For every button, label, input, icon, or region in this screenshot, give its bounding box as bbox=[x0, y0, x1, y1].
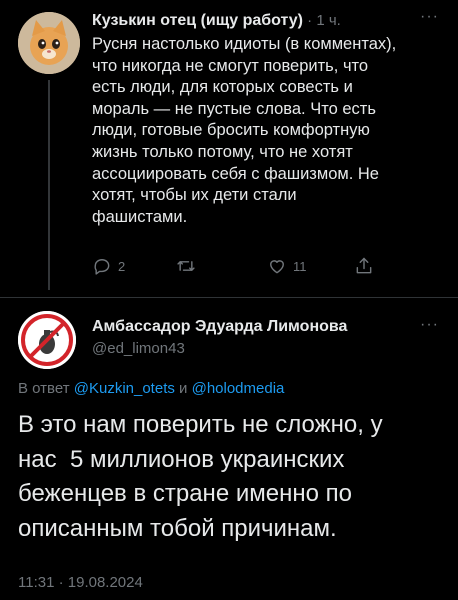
grenade-avatar-image bbox=[18, 311, 76, 369]
reply-button[interactable]: 2 bbox=[92, 256, 125, 276]
reply-conjunction: и bbox=[174, 380, 192, 397]
tweet-header: Кузькин отец (ищу работу) · 1 ч. bbox=[92, 12, 442, 32]
tweet-actions: 2 11 bbox=[92, 256, 412, 280]
reply-timestamp[interactable]: 11:31 · 19.08.2024 bbox=[18, 574, 143, 591]
share-button[interactable] bbox=[354, 256, 374, 276]
reply-prefix: В ответ bbox=[18, 380, 74, 397]
tweet-time[interactable]: 1 ч. bbox=[316, 12, 341, 29]
tweet-line: фашистами. bbox=[92, 207, 188, 226]
parent-tweet[interactable]: Кузькин отец (ищу работу) · 1 ч. ··· Рус… bbox=[0, 0, 458, 298]
author-name[interactable]: Кузькин отец (ищу работу) bbox=[92, 12, 303, 29]
reply-author-handle[interactable]: @ed_limon43 bbox=[92, 340, 185, 357]
tweet-line: хотят, чтобы их дети стали bbox=[92, 186, 297, 205]
retweet-icon bbox=[177, 261, 195, 271]
reply-line: В это нам поверить не сложно, у bbox=[18, 411, 383, 438]
cat-avatar-image bbox=[18, 12, 80, 74]
reply-text: В это нам поверить не сложно, у нас 5 ми… bbox=[18, 408, 438, 546]
tweet-line: жизнь только потому, что не хотят bbox=[92, 142, 353, 161]
tweet-line: ассоциировать себя с фашизмом. Не bbox=[92, 164, 379, 183]
reply-author-name[interactable]: Амбассадор Эдуарда Лимонова bbox=[92, 318, 347, 336]
heart-icon bbox=[270, 260, 284, 274]
reply-line: беженцев в стране именно по bbox=[18, 480, 352, 507]
share-icon bbox=[356, 257, 372, 274]
divider bbox=[0, 297, 458, 298]
more-options-icon[interactable]: ··· bbox=[420, 316, 439, 334]
tweet-line: люди, готовые бросить комфортную bbox=[92, 121, 370, 140]
tweet-line: мораль — не пустые слова. Что есть bbox=[92, 99, 376, 118]
tweet-line: что никогда не смогут поверить, что bbox=[92, 56, 369, 75]
retweet-button[interactable] bbox=[176, 256, 202, 276]
tweet-line: Русня настолько идиоты (в комментах), bbox=[92, 35, 397, 53]
like-button[interactable]: 11 bbox=[267, 256, 307, 276]
mention-link[interactable]: @Kuzkin_otets bbox=[74, 380, 175, 397]
avatar[interactable] bbox=[18, 12, 80, 74]
avatar[interactable] bbox=[18, 311, 76, 369]
reply-line: описанным тобой причинам. bbox=[18, 514, 337, 542]
tweet-line: есть люди, для которых совесть и bbox=[92, 78, 353, 97]
separator: · bbox=[302, 12, 317, 29]
replying-to: В ответ @Kuzkin_otets и @holodmedia bbox=[18, 380, 284, 397]
reply-icon bbox=[94, 259, 110, 275]
tweet-text: Русня настолько идиоты (в комментах), чт… bbox=[92, 34, 447, 228]
more-options-icon[interactable]: ··· bbox=[420, 8, 439, 26]
reply-count: 2 bbox=[118, 258, 126, 274]
mention-link[interactable]: @holodmedia bbox=[192, 380, 285, 397]
like-count: 11 bbox=[293, 258, 307, 274]
reply-line: нас 5 миллионов украинских bbox=[18, 445, 345, 473]
thread-line bbox=[48, 80, 50, 290]
